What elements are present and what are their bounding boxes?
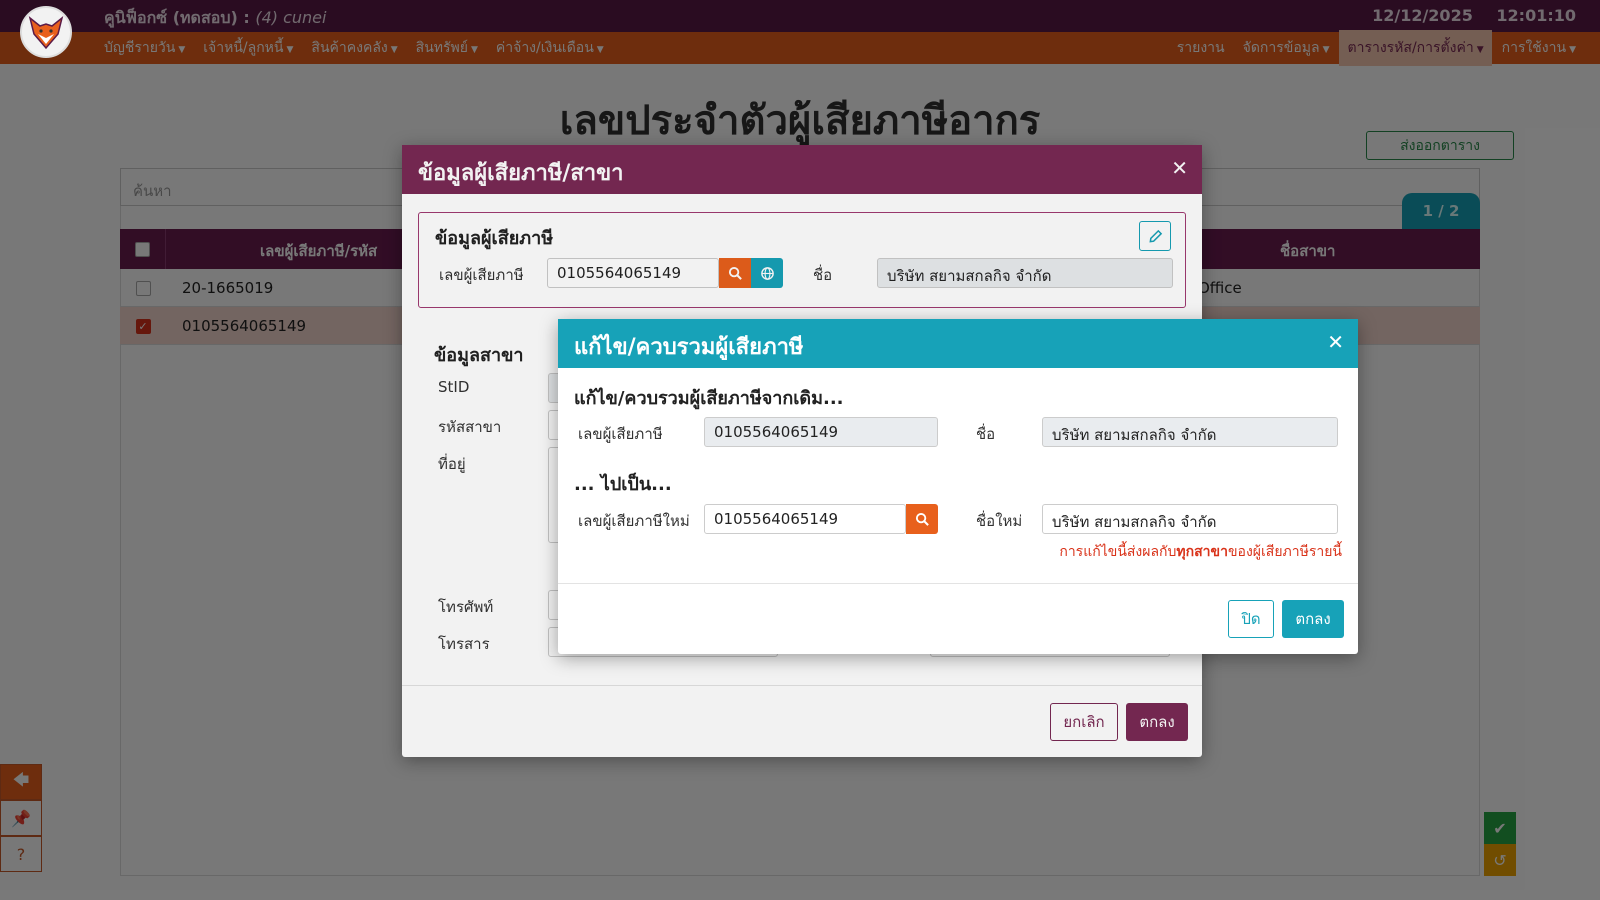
fox-logo-icon[interactable] xyxy=(20,6,72,58)
old-name-field[interactable]: บริษัท สยามสกลกิจ จำกัด xyxy=(1042,417,1338,447)
modal-header: แก้ไข/ควบรวมผู้เสียภาษี ✕ xyxy=(558,319,1358,368)
search-icon[interactable] xyxy=(906,504,938,534)
old-name-label: ชื่อ xyxy=(976,425,996,443)
merge-taxpayer-modal: แก้ไข/ควบรวมผู้เสียภาษี ✕ แก้ไข/ควบรวมผู… xyxy=(558,319,1358,654)
warning-text: ของผู้เสียภาษีรายนี้ xyxy=(1227,544,1342,560)
close-icon[interactable]: ✕ xyxy=(1327,330,1344,354)
modal-footer-divider xyxy=(558,583,1358,584)
warning-message: การแก้ไขนี้ส่งผลกับทุกสาขาของผู้เสียภาษี… xyxy=(1059,541,1342,563)
ok-button[interactable]: ตกลง xyxy=(1282,600,1344,638)
old-taxid-field[interactable]: 0105564065149 xyxy=(704,417,938,447)
modal-title: แก้ไข/ควบรวมผู้เสียภาษี xyxy=(574,335,804,360)
new-name-label: ชื่อใหม่ xyxy=(976,512,1023,530)
warning-text: การแก้ไขนี้ส่งผลกับ xyxy=(1059,544,1177,560)
new-taxid-label: เลขผู้เสียภาษีใหม่ xyxy=(578,512,690,530)
new-name-field[interactable]: บริษัท สยามสกลกิจ จำกัด xyxy=(1042,504,1338,534)
to-section-title: ... ไปเป็น... xyxy=(574,474,672,495)
old-taxid-label: เลขผู้เสียภาษี xyxy=(578,425,663,443)
new-taxid-field[interactable]: 0105564065149 xyxy=(704,504,906,534)
from-section-title: แก้ไข/ควบรวมผู้เสียภาษีจากเดิม... xyxy=(574,388,844,409)
warning-emphasis: ทุกสาขา xyxy=(1176,544,1228,560)
close-button[interactable]: ปิด xyxy=(1228,600,1274,638)
